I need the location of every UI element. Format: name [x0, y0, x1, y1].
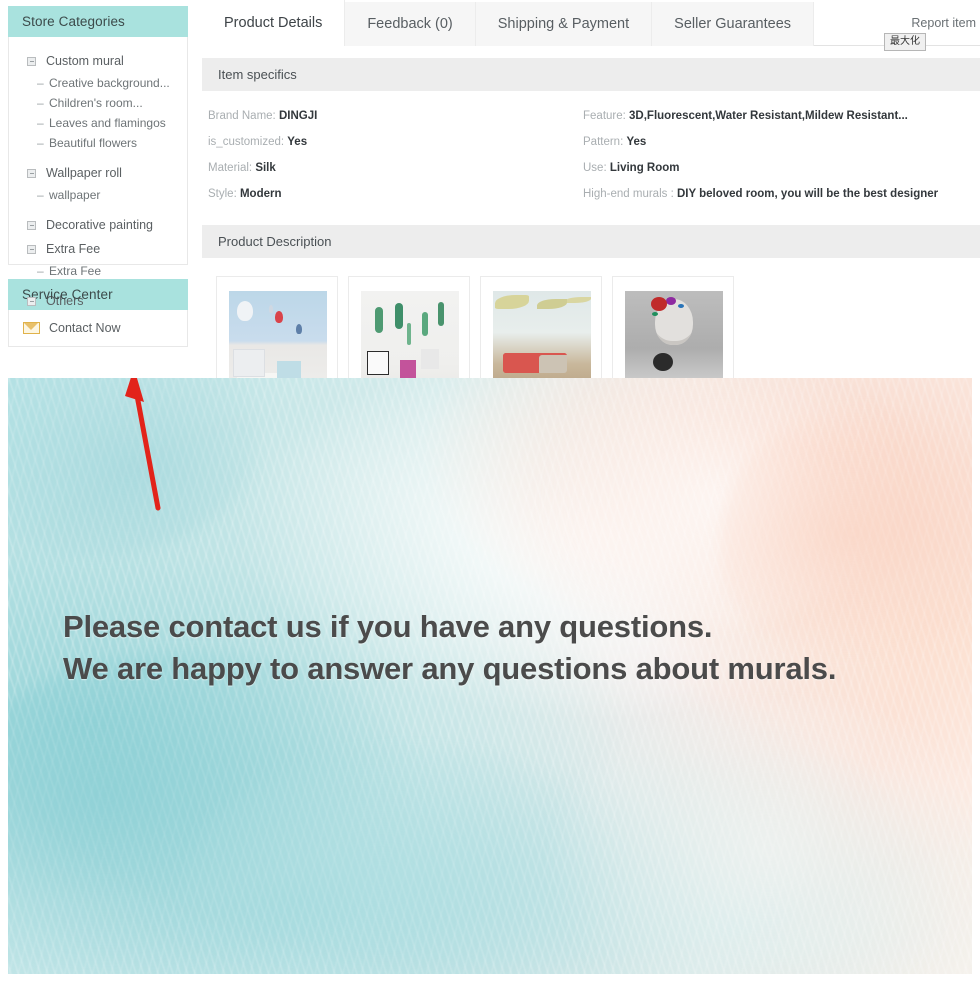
contact-now-label: Contact Now: [49, 321, 121, 335]
spec-brand-name: Brand Name: DINGJI: [202, 103, 577, 129]
top-content-area: Store Categories Custom mural Creative b…: [0, 0, 980, 396]
spec-value: Yes: [287, 136, 308, 148]
banner-headline: Please contact us if you have any questi…: [63, 606, 836, 690]
spec-value: 3D,Fluorescent,Water Resistant,Mildew Re…: [629, 110, 908, 122]
spec-key: Use:: [583, 162, 607, 174]
service-center-list: Contact Now: [8, 310, 188, 347]
sidebar-item-label: Decorative painting: [46, 218, 154, 232]
promo-banner: Please contact us if you have any questi…: [8, 378, 972, 974]
main-content: Product Details Feedback (0) Shipping & …: [202, 0, 980, 396]
tab-shipping-payment[interactable]: Shipping & Payment: [475, 2, 653, 46]
product-thumbnail-row: [202, 258, 980, 396]
expand-collapse-icon[interactable]: [27, 220, 36, 230]
store-categories-list: Custom mural Creative background... Chil…: [8, 37, 188, 308]
spec-value: DINGJI: [278, 110, 318, 122]
envelope-icon: [23, 322, 40, 334]
sidebar-subitem-beautiful-flowers[interactable]: Beautiful flowers: [9, 133, 187, 153]
store-categories-title: Store Categories: [8, 6, 188, 37]
sidebar-item-label: Custom mural: [46, 54, 124, 68]
expand-collapse-icon[interactable]: [27, 296, 36, 306]
sidebar-subitem-childrens-room[interactable]: Children's room...: [9, 93, 187, 113]
spec-style: Style: Modern: [202, 181, 577, 207]
sidebar-item-label: Wallpaper roll: [46, 166, 122, 180]
expand-collapse-icon[interactable]: [27, 244, 36, 254]
tab-seller-guarantees[interactable]: Seller Guarantees: [652, 2, 815, 46]
contact-now-button[interactable]: Contact Now: [9, 319, 187, 337]
sidebar-subitem-wallpaper[interactable]: wallpaper: [9, 185, 187, 205]
spec-key: Style:: [208, 188, 237, 200]
spec-key: High-end murals :: [583, 188, 674, 200]
sidebar-subitem-extra-fee[interactable]: Extra Fee: [9, 261, 187, 281]
banner-line-1: Please contact us if you have any questi…: [63, 609, 713, 644]
spec-key: Pattern:: [583, 136, 624, 148]
tab-product-details[interactable]: Product Details: [202, 0, 346, 46]
sidebar-subitem-leaves-and-flamingos[interactable]: Leaves and flamingos: [9, 113, 187, 133]
spec-value: Living Room: [609, 162, 680, 174]
spec-key: Brand Name:: [208, 110, 276, 122]
sidebar-item-custom-mural[interactable]: Custom mural: [9, 49, 187, 73]
banner-line-2: We are happy to answer any questions abo…: [63, 651, 837, 686]
sidebar-item-label: Extra Fee: [46, 242, 101, 256]
sidebar-subitem-creative-background[interactable]: Creative background...: [9, 73, 187, 93]
spec-key: Feature:: [583, 110, 626, 122]
spec-value: Modern: [239, 188, 282, 200]
item-specifics-grid: Brand Name: DINGJI Feature: 3D,Fluoresce…: [202, 91, 980, 213]
maximize-tooltip[interactable]: 最大化: [884, 33, 926, 51]
spec-value: Yes: [626, 136, 647, 148]
spec-key: Material:: [208, 162, 253, 174]
sidebar-item-wallpaper-roll[interactable]: Wallpaper roll: [9, 161, 187, 185]
tab-feedback[interactable]: Feedback (0): [345, 2, 476, 46]
spec-feature: Feature: 3D,Fluorescent,Water Resistant,…: [577, 103, 980, 129]
spec-material: Material: Silk: [202, 155, 577, 181]
expand-collapse-icon[interactable]: [27, 168, 36, 178]
expand-collapse-icon[interactable]: [27, 56, 36, 66]
sidebar-item-extra-fee[interactable]: Extra Fee: [9, 237, 187, 261]
product-description-header: Product Description: [202, 225, 980, 258]
spec-is-customized: is_customized: Yes: [202, 129, 577, 155]
item-specifics-header: Item specifics: [202, 58, 980, 91]
spec-pattern: Pattern: Yes: [577, 129, 980, 155]
spec-value: Silk: [255, 162, 276, 174]
tab-bar: Product Details Feedback (0) Shipping & …: [202, 0, 980, 51]
spec-high-end-murals: High-end murals : DIY beloved room, you …: [577, 181, 980, 207]
sidebar: Store Categories Custom mural Creative b…: [8, 6, 188, 347]
spec-key: is_customized:: [208, 136, 285, 148]
page-root: Store Categories Custom mural Creative b…: [0, 0, 980, 994]
sidebar-item-decorative-painting[interactable]: Decorative painting: [9, 213, 187, 237]
spec-use: Use: Living Room: [577, 155, 980, 181]
spec-value: DIY beloved room, you will be the best d…: [676, 188, 939, 200]
service-center-panel: Service Center Contact Now: [8, 279, 188, 347]
store-categories-panel: Store Categories Custom mural Creative b…: [8, 6, 188, 308]
